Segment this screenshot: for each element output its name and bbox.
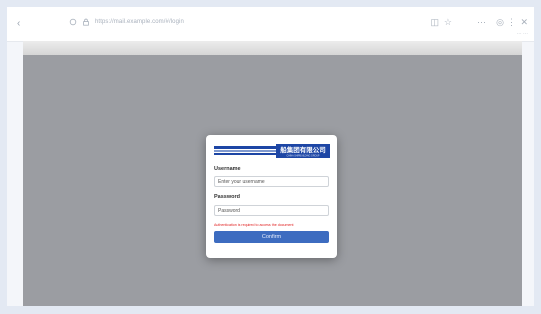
- browser-window: ‹ https://mail.example.com/#/login ◫ ☆ ⋯…: [7, 7, 534, 306]
- downloads-icon[interactable]: ⋮: [507, 17, 516, 28]
- svg-text:船集团有限公司: 船集团有限公司: [280, 145, 326, 154]
- close-icon[interactable]: ✕: [520, 17, 528, 28]
- refresh-icon[interactable]: [69, 18, 77, 26]
- username-label: Username: [214, 166, 241, 172]
- reader-icon[interactable]: ◫: [430, 17, 439, 28]
- confirm-button[interactable]: Confirm: [214, 231, 329, 243]
- svg-text:CHINA SHIPBUILDING GROUP: CHINA SHIPBUILDING GROUP: [287, 155, 320, 158]
- address-bar[interactable]: https://mail.example.com/#/login: [95, 19, 184, 25]
- back-icon[interactable]: ‹: [17, 18, 20, 29]
- username-input[interactable]: Enter your username: [214, 176, 329, 187]
- page-header-strip: [23, 41, 522, 55]
- profile-icon[interactable]: ◎: [496, 17, 504, 28]
- lock-icon: [83, 18, 89, 26]
- error-message: Authentication is required to access the…: [214, 223, 294, 227]
- password-label: Password: [214, 194, 240, 200]
- browser-toolbar: ‹ https://mail.example.com/#/login ◫ ☆ ⋯…: [7, 7, 534, 42]
- toolbar-subtitle: ⋯ ⋯: [516, 31, 528, 37]
- star-icon[interactable]: ☆: [444, 17, 452, 28]
- modal-overlay: 船集团有限公司 CHINA SHIPBUILDING GROUP Usernam…: [23, 55, 522, 306]
- login-dialog: 船集团有限公司 CHINA SHIPBUILDING GROUP Usernam…: [206, 135, 337, 258]
- company-logo: 船集团有限公司 CHINA SHIPBUILDING GROUP: [214, 144, 330, 158]
- password-input[interactable]: Password: [214, 205, 329, 216]
- extensions-icon[interactable]: ⋯: [477, 17, 486, 28]
